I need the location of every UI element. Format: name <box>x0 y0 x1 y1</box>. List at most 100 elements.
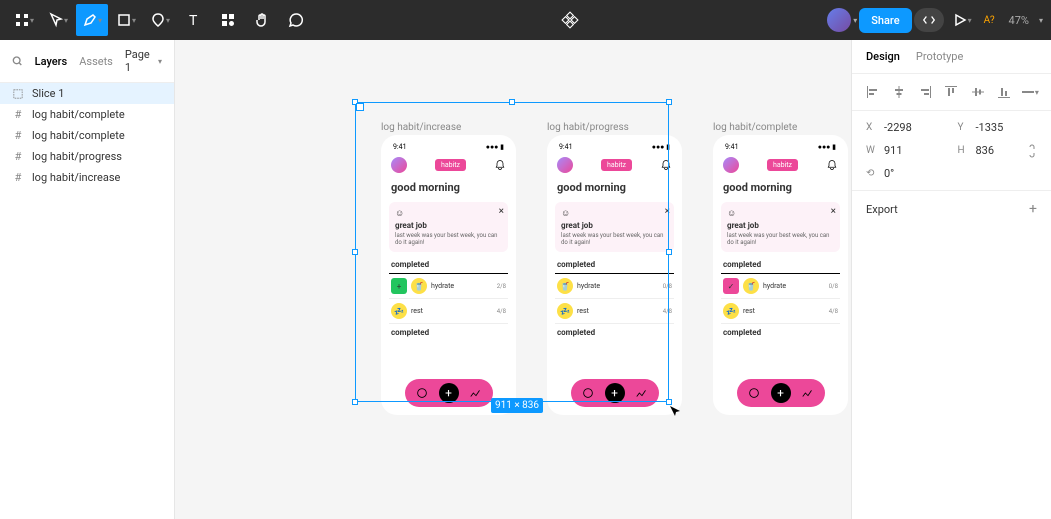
toolbar-left: ▾ ▾ ▾ ▾ ▾ T <box>8 4 312 36</box>
nav-icon-1 <box>747 386 761 400</box>
close-icon: × <box>831 206 836 217</box>
card-title: great job <box>727 221 834 230</box>
status-bar: 9:41●●● ▮ <box>721 141 840 153</box>
align-right-icon[interactable] <box>916 82 934 102</box>
avatar[interactable] <box>827 8 851 32</box>
text-tool[interactable]: T <box>178 4 210 36</box>
zoom-level[interactable]: 47% <box>1001 14 1037 27</box>
prop-rotation[interactable]: ⟲0° <box>866 167 946 180</box>
frame-icon: # <box>12 172 24 184</box>
habit-row: 💤 rest 4/8 <box>721 299 840 324</box>
frame-label[interactable]: log habit/complete <box>713 122 797 133</box>
hand-tool[interactable] <box>246 4 278 36</box>
cursor-icon <box>669 405 681 417</box>
prop-x[interactable]: X-2298 <box>866 121 946 134</box>
align-bottom-icon[interactable] <box>995 82 1013 102</box>
habit-count: 0/8 <box>829 283 838 290</box>
logo-icon <box>723 157 739 173</box>
nav-icon-2 <box>801 386 815 400</box>
rest-icon: 💤 <box>723 303 739 319</box>
check-icon: ✓ <box>723 278 739 294</box>
layer-frame[interactable]: # log habit/complete <box>0 125 174 146</box>
distribute-icon[interactable]: ▾ <box>1021 82 1039 102</box>
layer-label: log habit/progress <box>32 150 122 163</box>
layer-frame[interactable]: # log habit/complete <box>0 104 174 125</box>
move-tool[interactable]: ▾ <box>42 4 74 36</box>
export-label: Export <box>866 203 898 216</box>
habit-row: ✓🥤 hydrate 0/8 <box>721 274 840 299</box>
brand-badge: habitz <box>767 159 798 171</box>
section-title: completed <box>721 256 840 274</box>
align-controls: ▾ <box>852 74 1051 111</box>
inspector-tabs: Design Prototype <box>852 40 1051 74</box>
info-card: ×☺ great job last week was your best week,… <box>721 202 840 252</box>
play-button[interactable]: ▾ <box>946 4 978 36</box>
layers-panel: Layers Assets Page 1▾ Slice 1 # log habi… <box>0 40 175 519</box>
inspector-panel: Design Prototype ▾ X-2298 Y-1335 W911 H8… <box>851 40 1051 519</box>
layer-frame[interactable]: # log habit/progress <box>0 146 174 167</box>
missing-fonts-badge[interactable]: A? <box>980 15 999 26</box>
svg-text:T: T <box>189 13 198 28</box>
phone-header: habitz <box>721 153 840 177</box>
pen-tool[interactable]: ▾ <box>76 4 108 36</box>
align-left-icon[interactable] <box>864 82 882 102</box>
habit-name: hydrate <box>763 282 825 290</box>
layer-slice[interactable]: Slice 1 <box>0 83 174 104</box>
add-export-icon[interactable]: + <box>1029 201 1037 217</box>
habit-count: 4/8 <box>829 308 838 315</box>
bell-icon <box>826 159 838 171</box>
file-icon <box>561 11 579 29</box>
tab-layers[interactable]: Layers <box>35 55 68 68</box>
prop-w[interactable]: W911 <box>866 144 946 157</box>
nav-plus-icon: + <box>771 383 791 403</box>
greeting: good morning <box>721 177 840 198</box>
panel-tabs: Layers Assets Page 1▾ <box>0 40 174 83</box>
toolbar-right: ▾ Share ▾ A? 47% ▾ <box>827 4 1043 36</box>
selection-handle[interactable] <box>352 399 358 405</box>
layer-frame[interactable]: # log habit/increase <box>0 167 174 188</box>
dev-mode-toggle[interactable] <box>914 8 944 32</box>
selection-handle[interactable] <box>509 99 515 105</box>
section-title: completed <box>721 324 840 341</box>
shape-tool[interactable]: ▾ <box>144 4 176 36</box>
menu-button[interactable]: ▾ <box>8 4 40 36</box>
top-toolbar: ▾ ▾ ▾ ▾ ▾ T ▾ Share ▾ A? 47% ▾ <box>0 0 1051 40</box>
frame-icon: # <box>12 151 24 163</box>
phone-frame-3[interactable]: 9:41●●● ▮ habitz good morning ×☺ great jo… <box>713 135 848 415</box>
dimension-label: 911 × 836 <box>491 398 543 413</box>
align-center-v-icon[interactable] <box>969 82 987 102</box>
selection-handle[interactable] <box>666 249 672 255</box>
selection-handle[interactable] <box>352 99 358 105</box>
export-section: Export + <box>852 191 1051 227</box>
slice-icon <box>12 88 24 100</box>
card-text: last week was your best week, you can do… <box>727 232 834 246</box>
tab-design[interactable]: Design <box>866 50 900 63</box>
search-icon[interactable] <box>12 55 23 67</box>
habit-name: rest <box>743 307 825 315</box>
frame-tool[interactable]: ▾ <box>110 4 142 36</box>
canvas[interactable]: log habit/increase log habit/progress lo… <box>175 40 851 519</box>
transform-props: X-2298 Y-1335 W911 H836 ⟲0° <box>852 111 1051 191</box>
selection-handle[interactable] <box>352 249 358 255</box>
tab-assets[interactable]: Assets <box>79 55 113 68</box>
page-selector[interactable]: Page 1▾ <box>125 48 162 74</box>
align-center-h-icon[interactable] <box>890 82 908 102</box>
hydrate-icon: 🥤 <box>743 278 759 294</box>
toolbar-center <box>561 11 579 29</box>
layer-label: Slice 1 <box>32 87 64 100</box>
selection-box[interactable] <box>355 102 669 402</box>
selection-handle[interactable] <box>666 99 672 105</box>
constrain-icon[interactable] <box>1027 144 1037 158</box>
tab-prototype[interactable]: Prototype <box>916 50 963 63</box>
align-top-icon[interactable] <box>942 82 960 102</box>
comment-tool[interactable] <box>280 4 312 36</box>
layer-label: log habit/complete <box>32 129 125 142</box>
layers-list: Slice 1 # log habit/complete # log habit… <box>0 83 174 519</box>
prop-y[interactable]: Y-1335 <box>958 121 1038 134</box>
layer-label: log habit/complete <box>32 108 125 121</box>
card-emoji: ☺ <box>727 208 834 219</box>
share-button[interactable]: Share <box>859 8 911 33</box>
prop-h[interactable]: H836 <box>958 144 1038 157</box>
resources-tool[interactable] <box>212 4 244 36</box>
bottom-nav: + <box>737 379 825 407</box>
